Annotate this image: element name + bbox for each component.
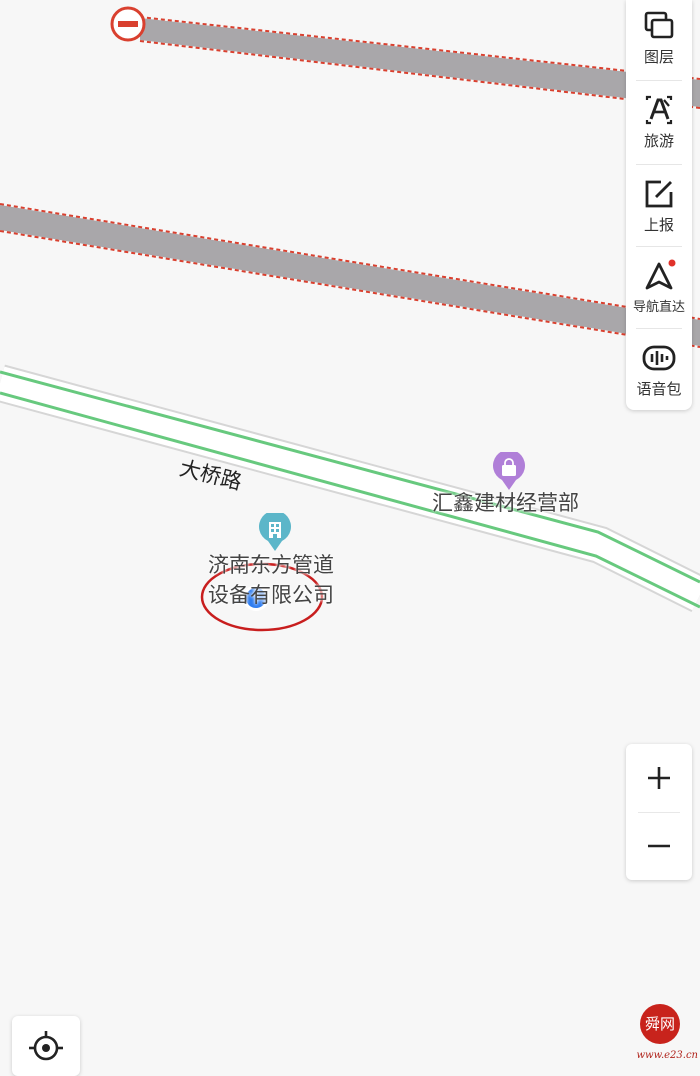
tourism-icon	[645, 95, 673, 125]
voice-pack-icon	[642, 345, 676, 371]
toolbar-item-tourism[interactable]: 旅游	[626, 84, 692, 166]
poi-label-shop[interactable]: 汇鑫建材经营部	[432, 488, 579, 518]
toolbar-item-report[interactable]: 上报	[626, 168, 692, 250]
toolbar-item-navigation[interactable]: 导航直达	[626, 250, 692, 332]
toolbar-item-layers[interactable]: 图层	[626, 0, 692, 82]
notification-dot	[668, 259, 676, 267]
minus-icon	[648, 844, 670, 848]
divider	[636, 246, 682, 247]
shopping-bag-icon[interactable]	[492, 452, 526, 492]
plus-icon	[648, 767, 670, 789]
map-layer	[0, 6, 700, 632]
toolbar-label-voice-pack: 语音包	[636, 380, 682, 398]
locate-button[interactable]	[12, 1016, 80, 1076]
divider	[636, 80, 682, 81]
toolbar-item-voice-pack[interactable]: 语音包	[626, 332, 692, 414]
layers-icon	[644, 11, 674, 39]
site-watermark: 舜网 www.e23.cn	[636, 1004, 698, 1061]
toolbar-label-report: 上报	[643, 216, 674, 234]
toolbar-label-navigation: 导航直达	[632, 300, 685, 315]
poi-label-company[interactable]: 济南东方管道设备有限公司	[208, 550, 348, 610]
divider	[636, 328, 682, 329]
toolbar-label-tourism: 旅游	[643, 132, 674, 150]
map-canvas[interactable]: 大桥路 汇鑫建材经营部 济南东方管道设备有限公司	[0, 0, 700, 1061]
watermark-seal-text: 舜网	[645, 1015, 675, 1033]
map-toolbar: 图层 旅游 上报 导航直达 语音包	[626, 0, 692, 410]
locate-icon	[29, 1031, 63, 1061]
restricted-road-1	[139, 16, 700, 109]
zoom-control	[626, 744, 692, 880]
divider	[636, 164, 682, 165]
report-icon	[645, 180, 673, 208]
watermark-text: www.e23.cn	[636, 1050, 698, 1061]
navigation-icon	[645, 259, 676, 290]
toolbar-label-layers: 图层	[643, 48, 674, 66]
building-icon[interactable]	[258, 513, 292, 553]
restricted-road-2	[0, 203, 700, 348]
zoom-out-button[interactable]	[626, 812, 692, 880]
road-daqiao	[0, 364, 700, 612]
zoom-in-button[interactable]	[626, 744, 692, 812]
no-entry-icon	[110, 6, 146, 42]
